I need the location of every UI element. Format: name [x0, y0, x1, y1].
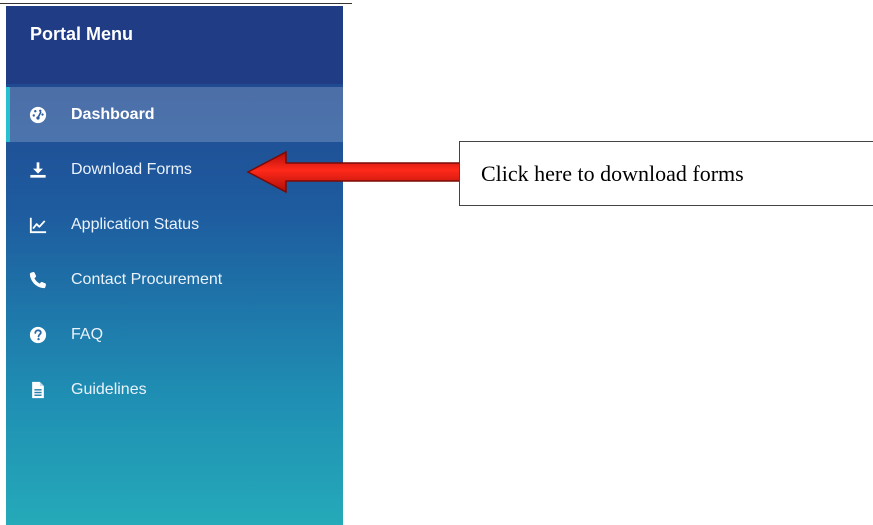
- sidebar-item-faq[interactable]: FAQ: [6, 307, 343, 362]
- gauge-icon: [28, 105, 48, 125]
- sidebar-title: Portal Menu: [6, 6, 343, 84]
- top-rule: [0, 3, 352, 4]
- file-document-icon: [28, 380, 48, 400]
- download-icon: [28, 160, 48, 180]
- callout-text: Click here to download forms: [481, 160, 744, 186]
- sidebar-item-dashboard[interactable]: Dashboard: [6, 87, 343, 142]
- line-chart-icon: [28, 215, 48, 235]
- sidebar: Portal Menu Dashboard Download Forms App…: [6, 6, 343, 525]
- question-circle-icon: [28, 325, 48, 345]
- phone-icon: [28, 270, 48, 290]
- sidebar-item-application-status[interactable]: Application Status: [6, 197, 343, 252]
- red-arrow-annotation: [246, 150, 461, 194]
- sidebar-item-label: Guidelines: [71, 380, 147, 398]
- sidebar-item-label: Contact Procurement: [71, 270, 223, 288]
- sidebar-item-label: Application Status: [71, 215, 200, 233]
- sidebar-item-label: Download Forms: [71, 160, 192, 178]
- sidebar-menu: Dashboard Download Forms Application Sta…: [6, 87, 343, 417]
- callout-box: Click here to download forms: [459, 141, 873, 206]
- sidebar-item-label: Dashboard: [71, 105, 155, 123]
- sidebar-item-guidelines[interactable]: Guidelines: [6, 362, 343, 417]
- sidebar-item-label: FAQ: [71, 325, 104, 343]
- sidebar-item-contact-procurement[interactable]: Contact Procurement: [6, 252, 343, 307]
